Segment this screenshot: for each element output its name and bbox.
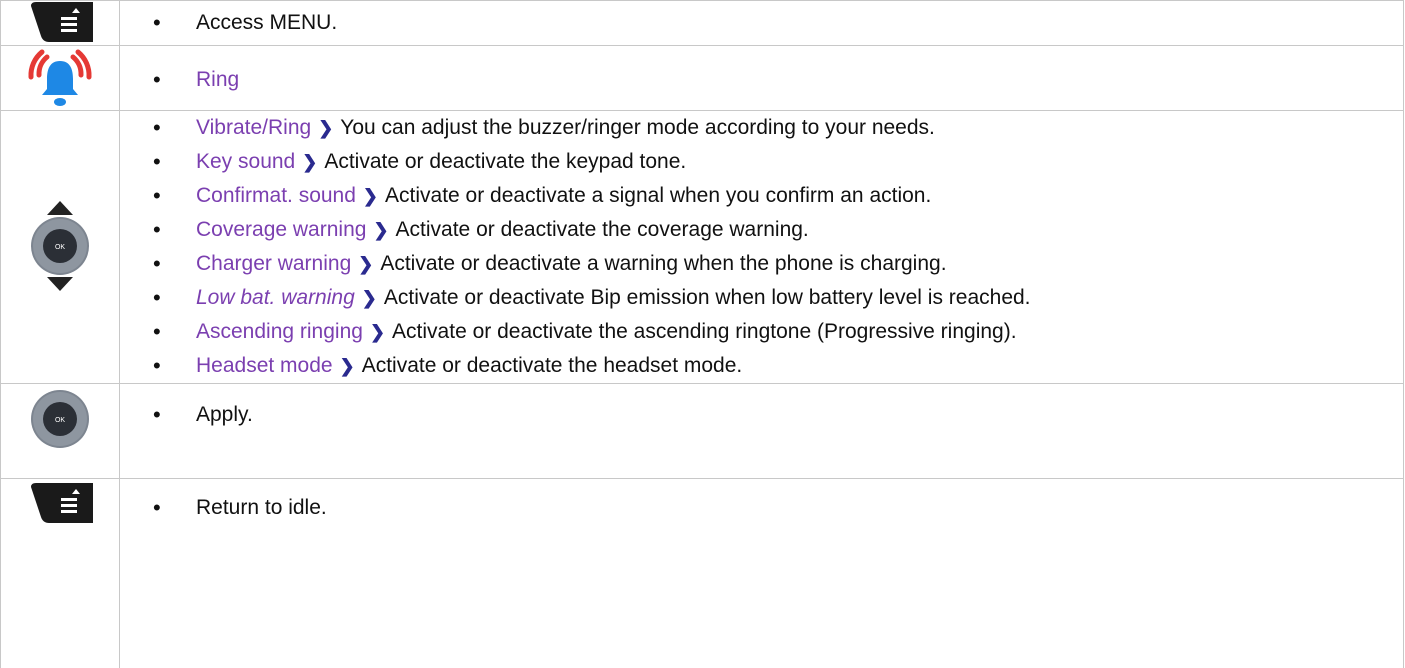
instruction-table: Access MENU. Ring [0,0,1404,668]
list-item: Return to idle. [120,491,1403,524]
option-label: Ascending ringing [196,320,363,343]
instruction-text: Return to idle. [196,496,327,519]
option-description: Activate or deactivate the coverage warn… [395,218,809,241]
chevron-right-icon: ❯ [302,152,318,172]
icon-cell [0,478,120,668]
option-label: Key sound [196,150,296,173]
text-cell: Ring [119,45,1404,111]
list-item: Ascending ringing ❯ Activate or deactivate… [120,315,1403,349]
icon-cell: OK [0,383,120,479]
chevron-right-icon: ❯ [373,220,389,240]
list-item: Key sound ❯ Activate or deactivate the key… [120,145,1403,179]
table-row: Ring [0,45,1404,111]
option-description: You can adjust the buzzer/ringer mode ac… [340,116,935,139]
chevron-right-icon: ❯ [318,118,334,138]
table-row: OK Vibrate/Ring ❯ You can adjust the buzze… [0,110,1404,384]
chevron-right-icon: ❯ [358,254,374,274]
option-label: Charger warning [196,252,352,275]
list-item: Vibrate/Ring ❯ You can adjust the buzzer/r… [120,111,1403,145]
option-label: Headset mode [196,354,333,377]
text-cell: Vibrate/Ring ❯ You can adjust the buzzer/r… [119,110,1404,384]
ring-bell-icon [28,49,92,106]
icon-cell: OK [0,110,120,384]
chevron-right-icon: ❯ [361,288,377,308]
list-item: Ring [120,63,1403,96]
option-label: Confirmat. sound [196,184,356,207]
chevron-right-icon: ❯ [369,322,386,342]
option-label: Ring [196,68,240,91]
chevron-right-icon: ❯ [339,356,355,376]
menu-key-icon [31,483,93,523]
chevron-right-icon: ❯ [362,186,379,206]
list-item: Charger warning ❯ Activate or deactivate a… [120,247,1403,281]
svg-text:OK: OK [55,417,65,424]
instruction-text: Apply. [196,403,253,426]
ok-key-icon: OK [31,390,89,448]
option-description: Activate or deactivate Bip emission when… [383,286,1031,309]
text-cell: Apply. [119,383,1404,479]
option-label: Low bat. warning [196,286,355,309]
list-item: Confirmat. sound ❯ Activate or deactivate … [120,179,1403,213]
option-description: Activate or deactivate the headset mode. [361,354,743,377]
option-label: Coverage warning [196,218,367,241]
icon-cell [0,0,120,46]
list-item: Access MENU. [120,6,1403,39]
list-item: Coverage warning ❯ Activate or deactivate … [120,213,1403,247]
icon-cell [0,45,120,111]
table-row: Access MENU. [0,0,1404,46]
table-row: Return to idle. [0,478,1404,668]
option-description: Activate or deactivate the keypad tone. [324,150,687,173]
instruction-text: Access MENU. [196,11,338,34]
option-label: Vibrate/Ring [196,116,312,139]
list-item: Headset mode ❯ Activate or deactivate the … [120,349,1403,383]
option-description: Activate or deactivate the ascending rin… [392,320,1017,343]
list-item: Low bat. warning ❯ Activate or deactivate … [120,281,1403,315]
text-cell: Return to idle. [119,478,1404,668]
table-row: OK Apply. [0,383,1404,479]
list-item: Apply. [120,398,1403,431]
menu-key-icon [31,2,93,42]
option-description: Activate or deactivate a warning when th… [380,252,947,275]
text-cell: Access MENU. [119,0,1404,46]
option-description: Activate or deactivate a signal when you… [385,184,932,207]
navigator-ok-icon: OK [31,201,89,291]
svg-text:OK: OK [55,244,65,251]
